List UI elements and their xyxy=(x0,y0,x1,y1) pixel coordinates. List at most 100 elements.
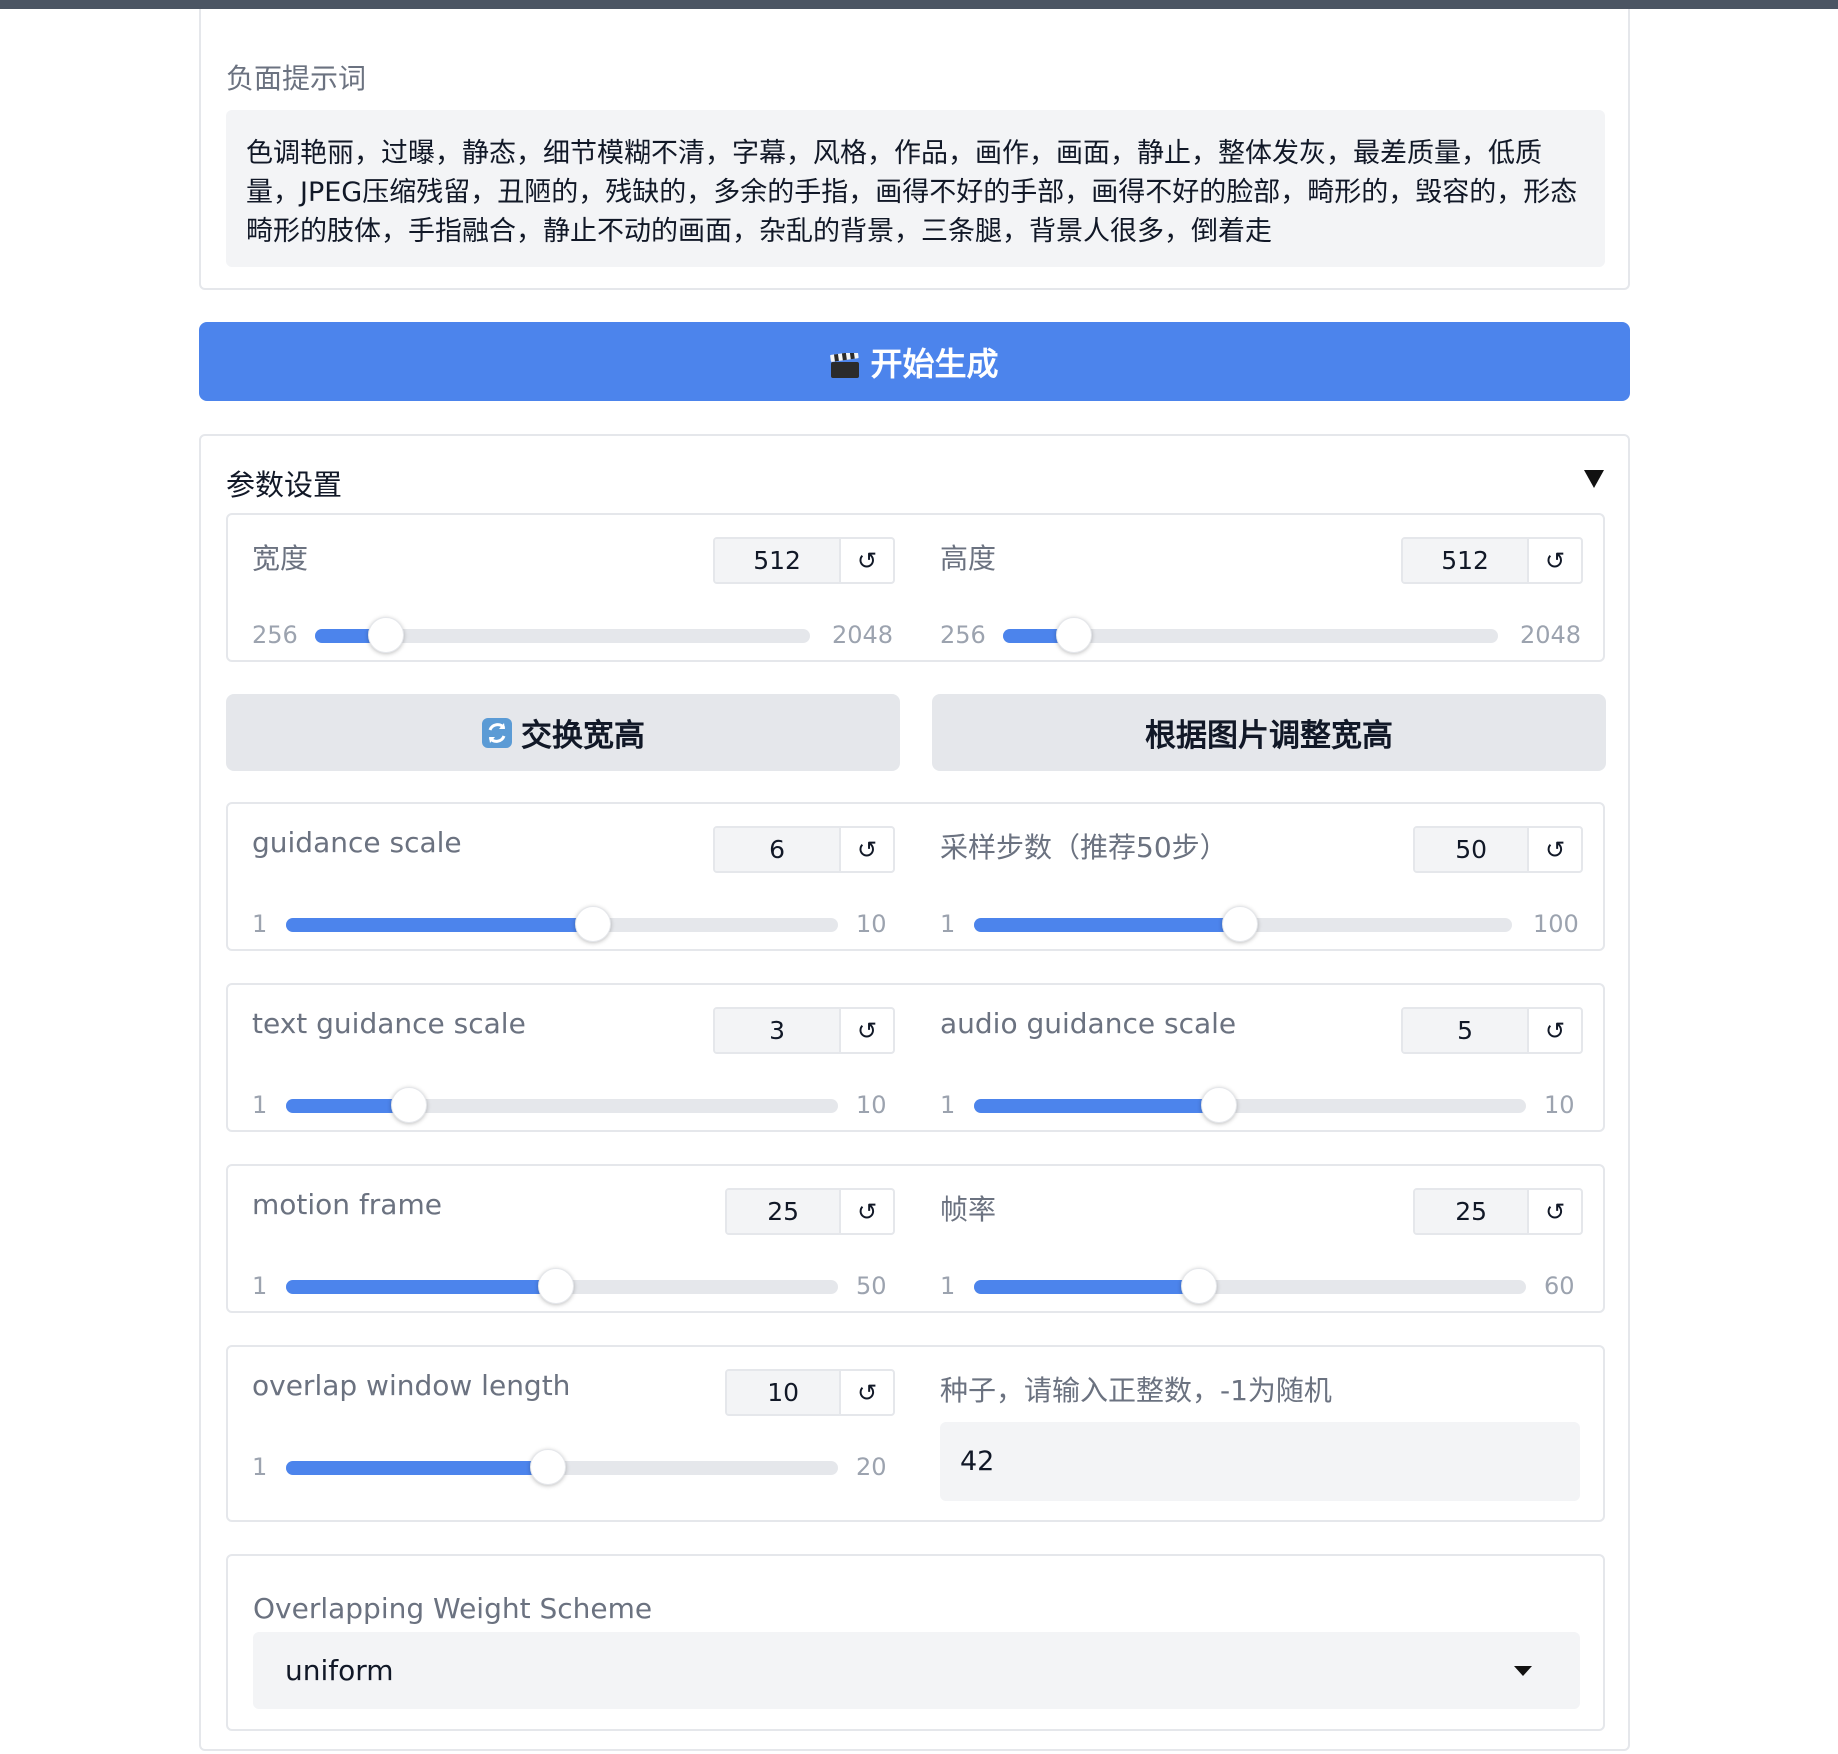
text-guidance-scale-track[interactable] xyxy=(286,1087,838,1123)
height-min: 256 xyxy=(940,621,986,649)
sample-steps-max: 100 xyxy=(1533,910,1579,938)
weight-scheme-dropdown[interactable]: uniform xyxy=(253,1632,1580,1709)
reset-icon[interactable]: ↺ xyxy=(1527,1009,1581,1052)
fps-label: 帧率 xyxy=(940,1193,997,1226)
sample-steps-thumb[interactable] xyxy=(1222,906,1259,942)
overlap-window-length-slider: overlap window length 10 ↺ 1 20 xyxy=(252,1369,895,1485)
negative-prompt-textarea[interactable]: 色调艳丽，过曝，静态，细节模糊不清，字幕，风格，作品，画作，画面，静止，整体发灰… xyxy=(226,110,1605,267)
guidance-scale-thumb[interactable] xyxy=(574,906,611,942)
resize-from-image-label: 根据图片调整宽高 xyxy=(1145,718,1393,754)
reset-icon[interactable]: ↺ xyxy=(1527,539,1581,582)
text-guidance-scale-input[interactable]: 3 xyxy=(715,1009,840,1052)
guidance-scale-slider: guidance scale 6 ↺ 1 10 xyxy=(252,826,895,942)
fps-thumb[interactable] xyxy=(1180,1268,1217,1304)
height-slider: 高度 512 ↺ 256 2048 xyxy=(940,537,1583,653)
guidance-scale-fill xyxy=(286,918,593,932)
audio-guidance-scale-label: audio guidance scale xyxy=(940,1007,1237,1040)
audio-guidance-scale-input[interactable]: 5 xyxy=(1403,1009,1528,1052)
text-guidance-scale-number-box: 3 ↺ xyxy=(713,1007,895,1054)
weight-scheme-value: uniform xyxy=(285,1654,394,1687)
swap-arrows-icon xyxy=(481,717,513,749)
resize-from-image-button[interactable]: 根据图片调整宽高 xyxy=(932,694,1606,771)
reset-icon[interactable]: ↺ xyxy=(839,1009,893,1052)
overlap-window-length-min: 1 xyxy=(252,1453,268,1481)
reset-icon[interactable]: ↺ xyxy=(1527,1190,1581,1233)
sample-steps-slider: 采样步数（推荐50步） 50 ↺ 1 100 xyxy=(940,826,1583,942)
motion-frame-slider: motion frame 25 ↺ 1 50 xyxy=(252,1188,895,1304)
motion-frame-min: 1 xyxy=(252,1272,268,1300)
guidance-scale-track[interactable] xyxy=(286,906,838,942)
fps-number-box: 25 ↺ xyxy=(1413,1188,1583,1235)
height-track[interactable] xyxy=(1003,617,1498,653)
height-number-box: 512 ↺ xyxy=(1401,537,1583,584)
sample-steps-fill xyxy=(974,918,1241,932)
clapper-board-icon xyxy=(830,349,860,378)
overlap-window-length-thumb[interactable] xyxy=(529,1449,566,1485)
fps-track[interactable] xyxy=(974,1268,1526,1304)
motion-frame-max: 50 xyxy=(856,1272,887,1300)
audio-guidance-scale-track[interactable] xyxy=(974,1087,1526,1123)
guidance-scale-max: 10 xyxy=(856,910,887,938)
size-group: 宽度 512 ↺ 256 2048 高度 512 ↺ 256 2048 xyxy=(226,513,1605,662)
reset-icon[interactable]: ↺ xyxy=(1527,828,1581,871)
audio-guidance-scale-thumb[interactable] xyxy=(1201,1087,1238,1123)
reset-icon[interactable]: ↺ xyxy=(839,539,893,582)
width-min: 256 xyxy=(252,621,298,649)
height-input[interactable]: 512 xyxy=(1403,539,1528,582)
collapse-caret-icon[interactable] xyxy=(1584,470,1604,488)
reset-icon[interactable]: ↺ xyxy=(839,1371,893,1414)
negative-prompt-panel: 负面提示词 色调艳丽，过曝，静态，细节模糊不清，字幕，风格，作品，画作，画面，静… xyxy=(199,9,1630,290)
fps-min: 1 xyxy=(940,1272,956,1300)
fps-input[interactable]: 25 xyxy=(1415,1190,1528,1233)
width-number-box: 512 ↺ xyxy=(713,537,895,584)
top-bar xyxy=(0,0,1838,9)
motion-frame-track[interactable] xyxy=(286,1268,838,1304)
swap-size-button[interactable]: 交换宽高 xyxy=(226,694,900,771)
swap-size-label: 交换宽高 xyxy=(521,718,645,754)
weight-scheme-group: Overlapping Weight Scheme uniform xyxy=(226,1554,1605,1731)
overlap-window-length-fill xyxy=(286,1461,548,1475)
sample-steps-track[interactable] xyxy=(974,906,1512,942)
audio-guidance-scale-slider: audio guidance scale 5 ↺ 1 10 xyxy=(940,1007,1583,1123)
text-guidance-scale-min: 1 xyxy=(252,1091,268,1119)
audio-guidance-scale-fill xyxy=(974,1099,1220,1113)
width-track[interactable] xyxy=(315,617,810,653)
guidance-group: guidance scale 6 ↺ 1 10 采样步数（推荐50步） 50 ↺… xyxy=(226,802,1605,951)
overlap-window-length-label: overlap window length xyxy=(252,1369,571,1402)
text-guidance-scale-slider: text guidance scale 3 ↺ 1 10 xyxy=(252,1007,895,1123)
width-max: 2048 xyxy=(832,621,894,649)
sample-steps-input[interactable]: 50 xyxy=(1415,828,1528,871)
sample-steps-min: 1 xyxy=(940,910,956,938)
motion-frame-fill xyxy=(286,1280,557,1294)
width-thumb[interactable] xyxy=(367,617,404,653)
reset-icon[interactable]: ↺ xyxy=(839,828,893,871)
generate-button-label: 开始生成 xyxy=(870,344,999,383)
dropdown-caret-icon xyxy=(1514,1666,1532,1676)
params-accordion: 参数设置 宽度 512 ↺ 256 2048 高度 512 ↺ 256 2048… xyxy=(199,434,1630,1751)
seed-input[interactable]: 42 xyxy=(940,1422,1580,1501)
guidance-scale-min: 1 xyxy=(252,910,268,938)
text-guidance-scale-thumb[interactable] xyxy=(390,1087,427,1123)
motion-frame-input[interactable]: 25 xyxy=(727,1190,840,1233)
reset-icon[interactable]: ↺ xyxy=(839,1190,893,1233)
seed-label: 种子，请输入正整数，-1为随机 xyxy=(940,1374,1332,1407)
motion-frame-label: motion frame xyxy=(252,1188,442,1221)
height-thumb[interactable] xyxy=(1055,617,1092,653)
fps-max: 60 xyxy=(1544,1272,1575,1300)
sample-steps-label: 采样步数（推荐50步） xyxy=(940,831,1228,864)
motion-frame-thumb[interactable] xyxy=(538,1268,575,1304)
fps-fill xyxy=(974,1280,1199,1294)
generate-button[interactable]: 开始生成 xyxy=(199,322,1630,401)
overlap-window-length-input[interactable]: 10 xyxy=(727,1371,840,1414)
text-guidance-scale-max: 10 xyxy=(856,1091,887,1119)
overlap-window-length-number-box: 10 ↺ xyxy=(725,1369,895,1416)
cfg-group: text guidance scale 3 ↺ 1 10 audio guida… xyxy=(226,983,1605,1132)
overlap-window-length-max: 20 xyxy=(856,1453,887,1481)
audio-guidance-scale-min: 1 xyxy=(940,1091,956,1119)
width-input[interactable]: 512 xyxy=(715,539,840,582)
overlap-seed-group: overlap window length 10 ↺ 1 20 种子，请输入正整… xyxy=(226,1345,1605,1522)
guidance-scale-number-box: 6 ↺ xyxy=(713,826,895,873)
guidance-scale-input[interactable]: 6 xyxy=(715,828,840,871)
audio-guidance-scale-number-box: 5 ↺ xyxy=(1401,1007,1583,1054)
overlap-window-length-track[interactable] xyxy=(286,1449,838,1485)
